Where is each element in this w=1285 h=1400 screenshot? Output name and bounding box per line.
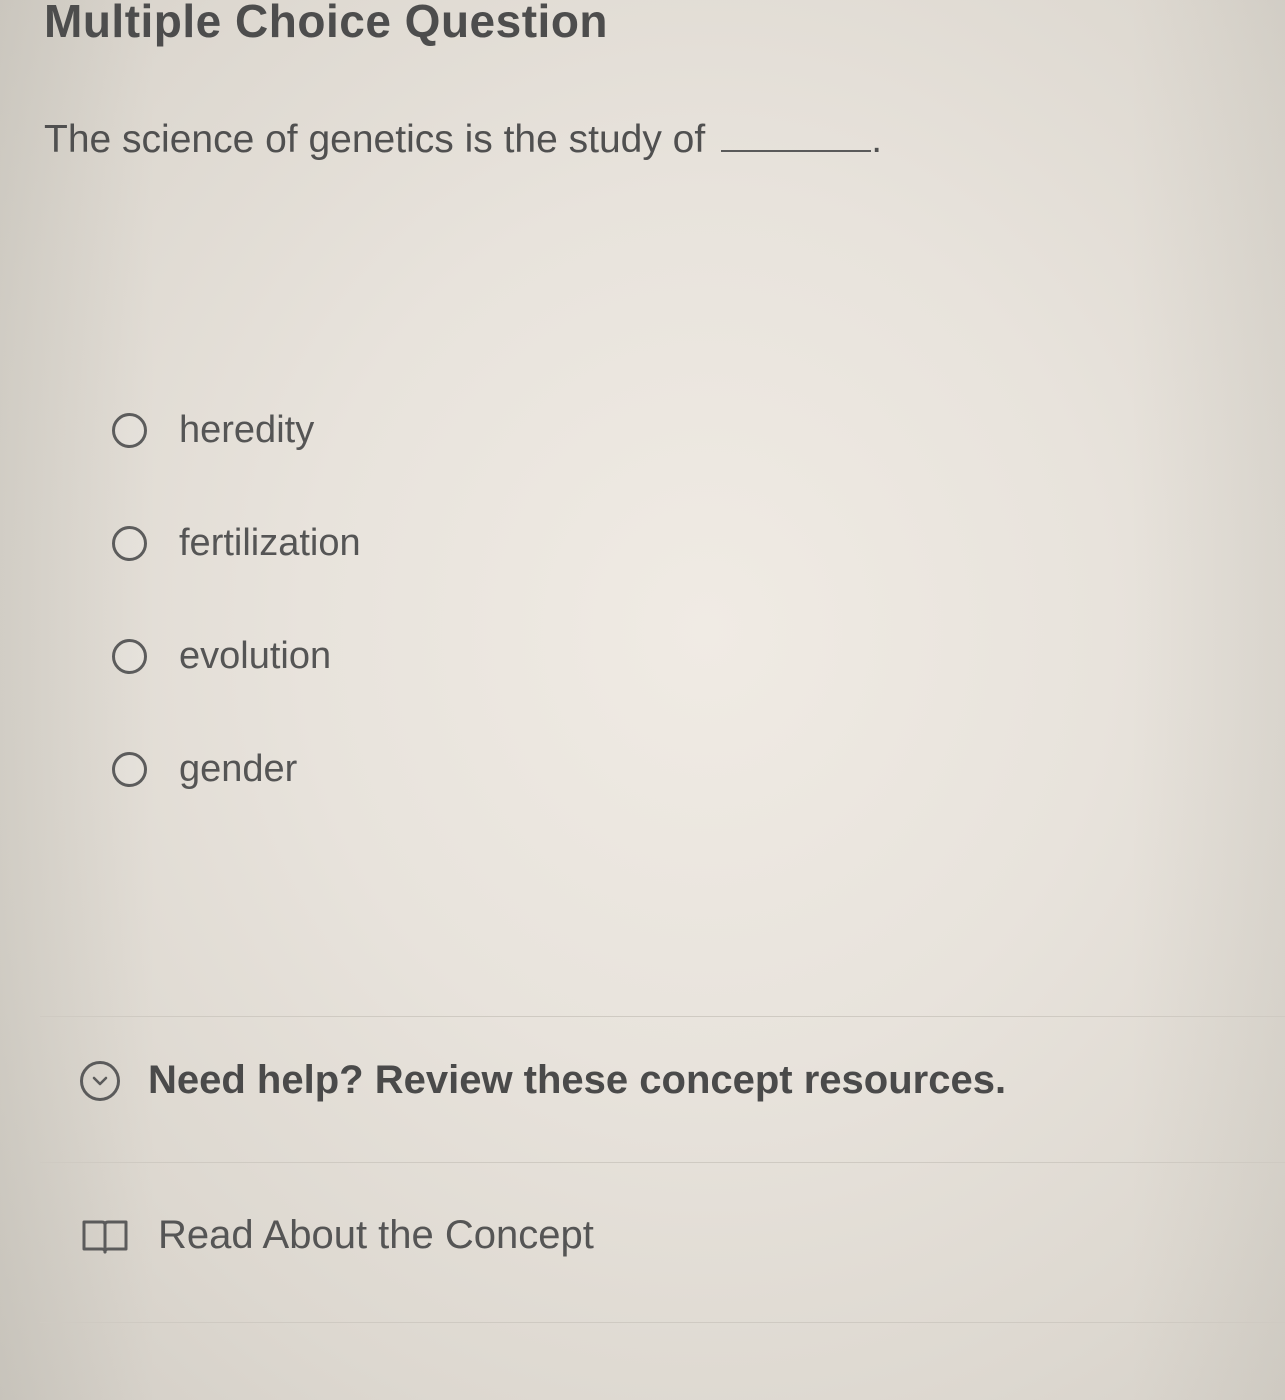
- question-prompt: The science of genetics is the study of: [44, 118, 706, 161]
- option-label: heredity: [179, 408, 315, 451]
- divider: [40, 1162, 1285, 1163]
- radio-button[interactable]: [112, 412, 147, 448]
- option-fertilization[interactable]: fertilization: [112, 515, 361, 571]
- answer-options: heredity fertilization evolution gender: [112, 402, 361, 854]
- divider: [40, 1322, 1285, 1323]
- chevron-down-circle-icon: [80, 1060, 120, 1101]
- need-help-label: Need help? Review these concept resource…: [148, 1058, 1007, 1102]
- option-gender[interactable]: gender: [112, 741, 361, 797]
- option-heredity[interactable]: heredity: [112, 402, 361, 458]
- radio-button[interactable]: [112, 638, 147, 674]
- page-title: Multiple Choice Question: [44, 0, 609, 47]
- read-about-concept-link[interactable]: Read About the Concept: [80, 1213, 594, 1258]
- read-about-concept-label: Read About the Concept: [158, 1213, 594, 1257]
- need-help-toggle[interactable]: Need help? Review these concept resource…: [80, 1058, 1006, 1103]
- question-suffix: .: [871, 118, 883, 161]
- option-label: evolution: [179, 634, 332, 677]
- answer-blank: [721, 120, 872, 152]
- radio-button[interactable]: [112, 751, 147, 787]
- option-label: fertilization: [179, 521, 361, 564]
- option-label: gender: [179, 747, 298, 790]
- option-evolution[interactable]: evolution: [112, 628, 361, 684]
- question-text: The science of genetics is the study of.: [44, 118, 882, 162]
- book-icon: [80, 1216, 130, 1256]
- radio-button[interactable]: [112, 525, 147, 561]
- divider: [40, 1016, 1285, 1017]
